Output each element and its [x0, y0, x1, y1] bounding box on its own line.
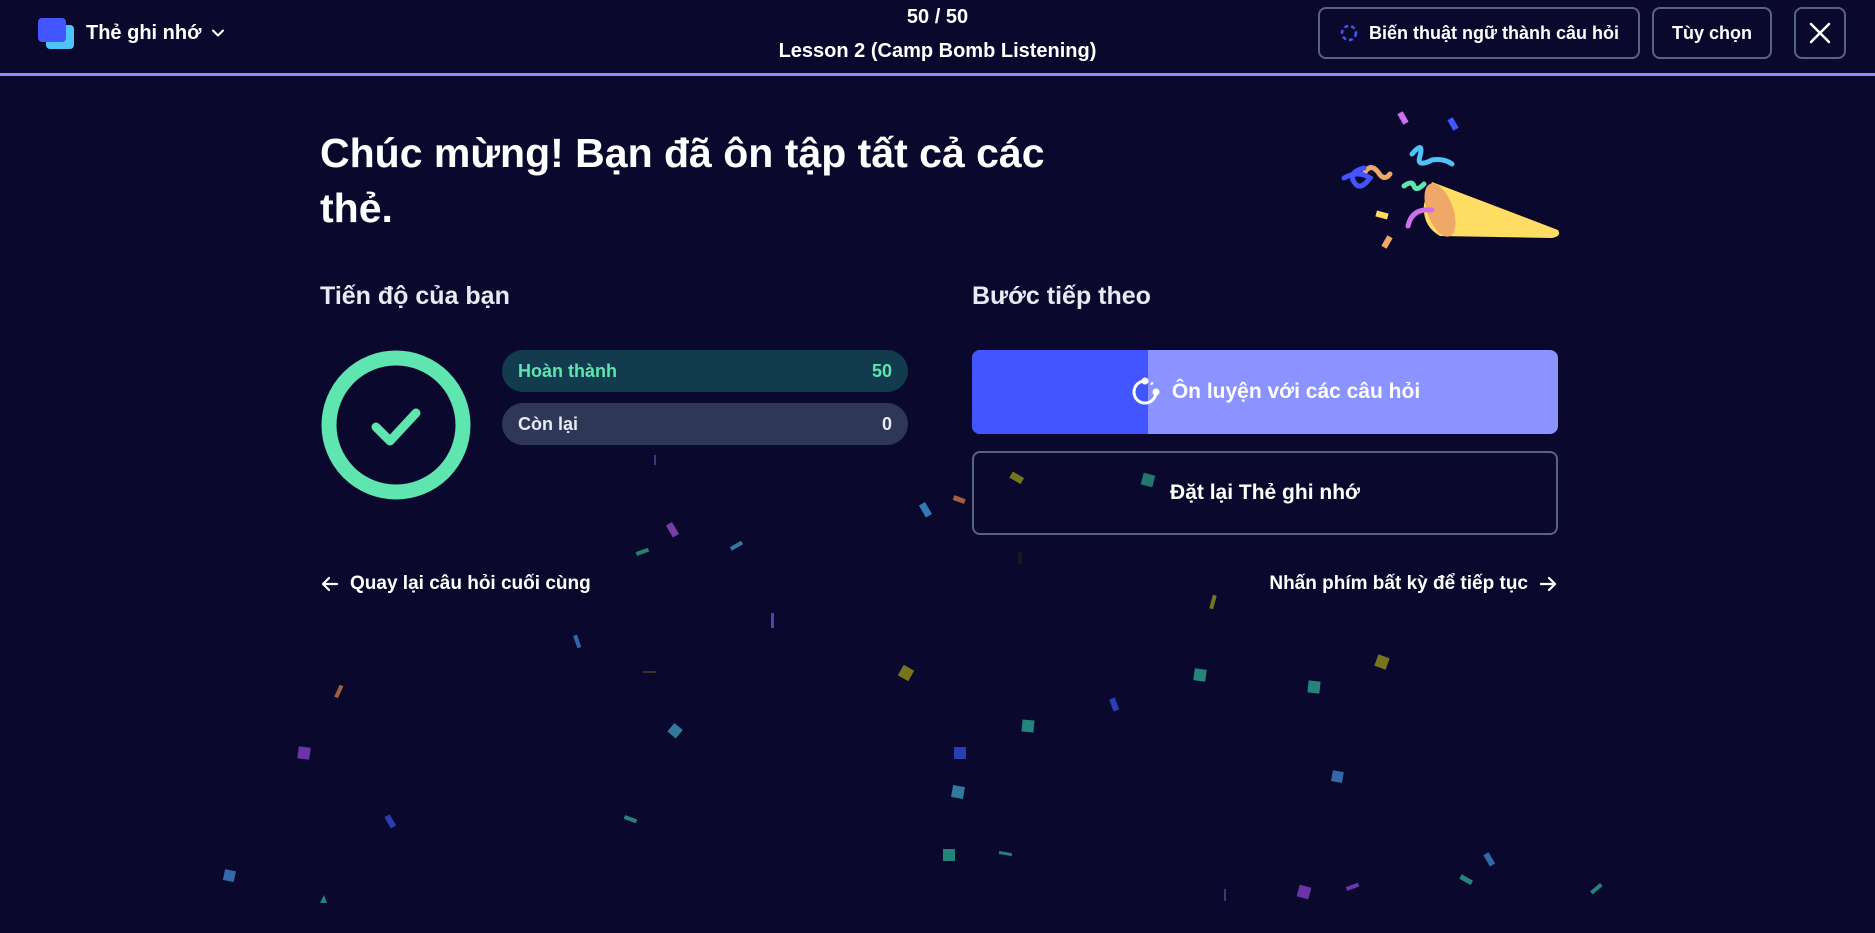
flashcards-icon: [36, 16, 76, 50]
continue-link[interactable]: Nhấn phím bất kỳ để tiếp tục: [1269, 573, 1558, 595]
mode-label: Thẻ ghi nhớ: [86, 21, 202, 44]
next-steps-title: Bước tiếp theo: [972, 282, 1151, 310]
completion-ring: [321, 350, 471, 500]
top-bar: Thẻ ghi nhớ 50 / 50 Lesson 2 (Camp Bomb …: [0, 0, 1875, 76]
options-label: Tùy chọn: [1672, 22, 1752, 43]
back-to-last-question-link[interactable]: Quay lại câu hỏi cuối cùng: [320, 573, 591, 595]
loop-icon: [1132, 377, 1160, 405]
close-button[interactable]: [1794, 7, 1846, 59]
reset-flashcards-button[interactable]: Đặt lại Thẻ ghi nhớ: [972, 451, 1558, 535]
practice-questions-button[interactable]: Ôn luyện với các câu hỏi: [972, 350, 1558, 434]
back-link-label: Quay lại câu hỏi cuối cùng: [350, 573, 591, 594]
convert-to-questions-button[interactable]: Biến thuật ngữ thành câu hỏi: [1318, 7, 1640, 59]
arrow-left-icon: [321, 576, 339, 592]
chevron-down-icon: [212, 29, 225, 37]
options-button[interactable]: Tùy chọn: [1652, 7, 1772, 59]
progress-title: Tiến độ của bạn: [320, 282, 510, 310]
continue-link-label: Nhấn phím bất kỳ để tiếp tục: [1269, 573, 1528, 594]
congrats-headline: Chúc mừng! Bạn đã ôn tập tất cả các thẻ.: [320, 130, 1045, 231]
arrow-right-icon: [1539, 576, 1557, 592]
practice-label: Ôn luyện với các câu hỏi: [1171, 380, 1421, 403]
close-icon: [1809, 22, 1831, 44]
mode-switcher[interactable]: Thẻ ghi nhớ: [36, 16, 225, 50]
loop-icon: [1340, 24, 1358, 42]
remaining-stat: Còn lại 0: [502, 403, 908, 445]
completed-count: 50: [871, 360, 892, 381]
convert-label: Biến thuật ngữ thành câu hỏi: [1368, 22, 1620, 43]
remaining-count: 0: [881, 413, 892, 434]
check-icon: [371, 408, 421, 446]
completed-stat: Hoàn thành 50: [502, 350, 908, 392]
remaining-label: Còn lại: [518, 413, 579, 434]
party-popper-icon: [1341, 111, 1560, 249]
completed-label: Hoàn thành: [518, 360, 617, 381]
reset-label: Đặt lại Thẻ ghi nhớ: [1170, 481, 1360, 504]
